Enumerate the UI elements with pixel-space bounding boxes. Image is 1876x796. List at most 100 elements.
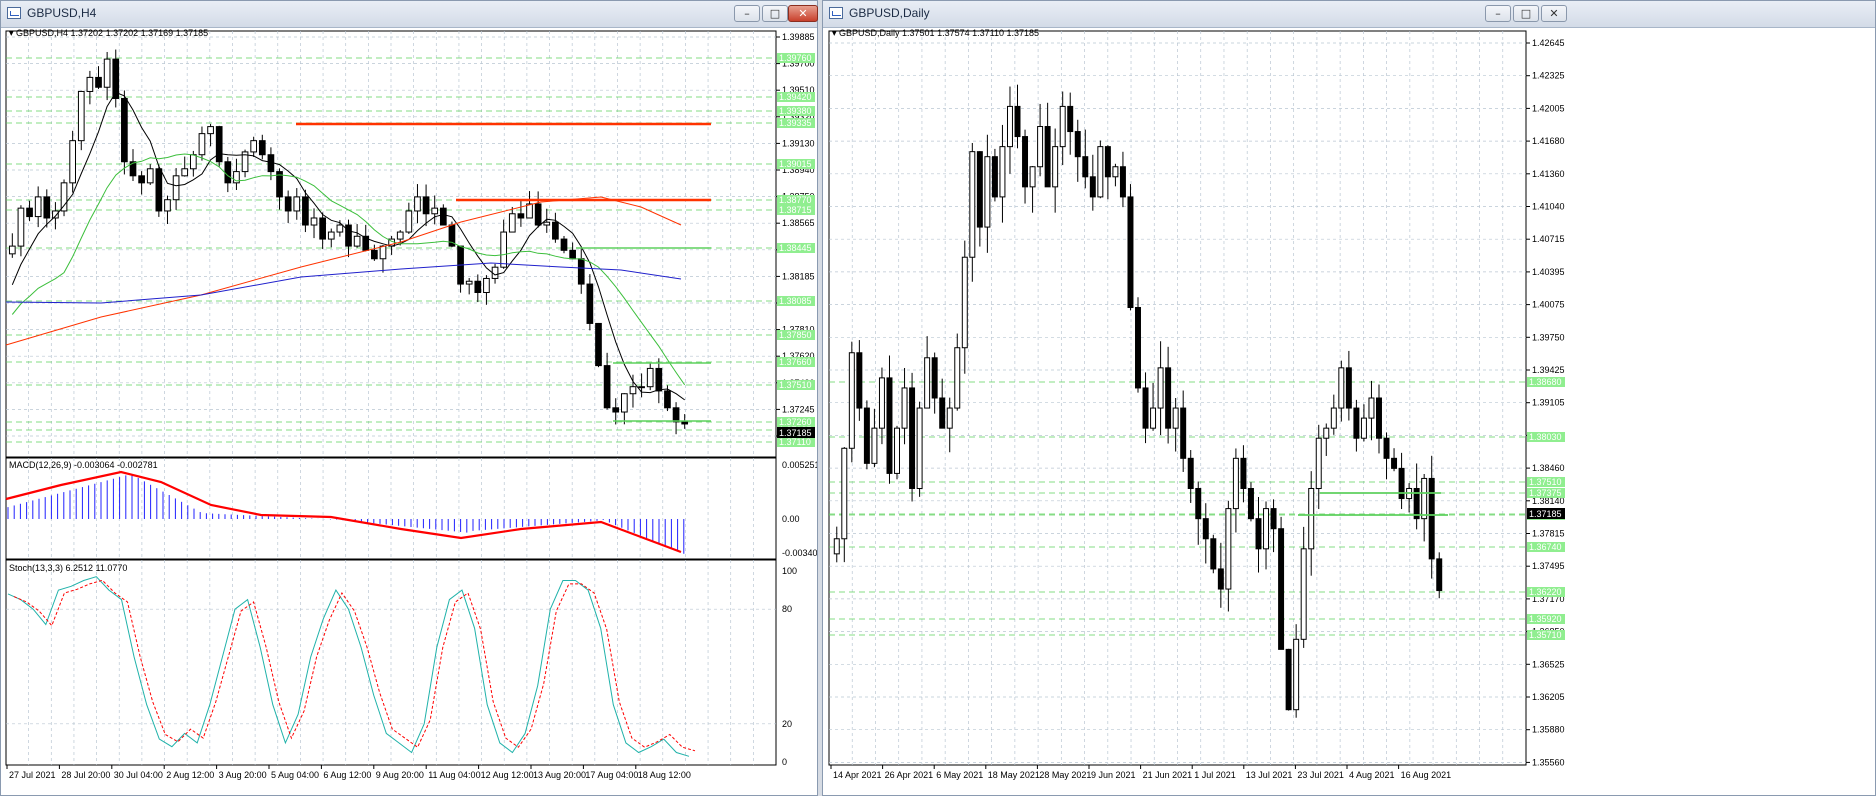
candle-body xyxy=(465,280,473,285)
time-tick-label: 9 Jun 2021 xyxy=(1091,770,1136,780)
price-tick-label: 1.36525 xyxy=(1532,659,1565,669)
level-label: 1.38715 xyxy=(779,205,812,215)
candle-body xyxy=(1067,105,1074,133)
time-tick-label: 18 Aug 12:00 xyxy=(638,770,691,780)
candle-body xyxy=(60,182,68,212)
candle-body xyxy=(1029,166,1036,188)
time-tick-label: 11 Aug 04:00 xyxy=(428,770,480,780)
candle-body xyxy=(1165,367,1172,429)
candle-body xyxy=(1022,136,1029,188)
price-tick-label: 1.40075 xyxy=(1532,300,1565,310)
time-tick-label: 23 Jul 2021 xyxy=(1297,770,1344,780)
candle-body xyxy=(500,231,508,268)
candle-body xyxy=(1255,518,1262,550)
candle-body xyxy=(1338,367,1345,409)
candle-body xyxy=(181,168,189,177)
price-tick-label: 1.41040 xyxy=(1532,202,1565,212)
candle-body xyxy=(1202,518,1209,540)
time-tick-label: 9 Aug 20:00 xyxy=(376,770,424,780)
candle-body xyxy=(664,390,671,409)
candle-body xyxy=(319,217,326,240)
candle-body xyxy=(1150,407,1157,429)
price-tick-label: 1.42645 xyxy=(1532,38,1565,48)
candle-body xyxy=(629,386,637,395)
daily-chart-canvas[interactable]: 1.42645 1.42325 1.42005 1.41680 1.41360 1.410… xyxy=(823,27,1875,795)
candle-body xyxy=(833,538,840,555)
candle-body xyxy=(646,367,654,388)
price-tick-label: 1.40715 xyxy=(1532,234,1565,244)
candle-body xyxy=(310,217,318,226)
candle-body xyxy=(121,97,128,163)
level-label: 1.38085 xyxy=(779,296,812,306)
candle-body xyxy=(371,249,378,260)
candle-body xyxy=(984,156,991,228)
h4-chart-window[interactable]: GBPUSD,H4 – □ ✕ 1.39885 1.39700 1.39510 1.3… xyxy=(0,0,818,796)
price-tick-label: 1.38460 xyxy=(1532,463,1565,473)
maximize-button[interactable]: □ xyxy=(1513,5,1539,22)
candle-body xyxy=(1353,407,1360,439)
daily-chart-window[interactable]: GBPUSD,Daily – □ ✕ 1.42645 1.42325 1.42005… xyxy=(822,0,1876,796)
candle-body xyxy=(34,196,42,218)
macd-tick-label: 0.005251 xyxy=(782,460,817,470)
candle-body xyxy=(1323,427,1330,439)
candle-body xyxy=(954,347,961,409)
candle-body xyxy=(43,196,51,219)
candle-body xyxy=(52,210,59,219)
candle-body xyxy=(681,421,689,425)
candle-body xyxy=(1187,457,1194,489)
candle-body xyxy=(946,407,953,429)
candle-body xyxy=(976,151,983,228)
time-tick-label: 26 Apr 2021 xyxy=(885,770,934,780)
candle-body xyxy=(1052,146,1059,188)
close-button[interactable]: ✕ xyxy=(1541,5,1567,22)
maximize-button[interactable]: □ xyxy=(762,5,788,22)
daily-titlebar[interactable]: GBPUSD,Daily – □ ✕ xyxy=(823,1,1875,28)
candle-body xyxy=(1308,487,1315,550)
candle-body xyxy=(924,357,931,409)
candle-body xyxy=(552,221,559,240)
candle-body xyxy=(431,207,439,215)
candle-body xyxy=(345,224,352,247)
h4-window-title: GBPUSD,H4 xyxy=(27,6,97,20)
candle-body xyxy=(1037,126,1044,168)
price-tick-label: 1.39425 xyxy=(1532,365,1565,375)
candle-body xyxy=(1232,457,1239,510)
close-button[interactable]: ✕ xyxy=(788,5,818,22)
price-tick-label: 1.35560 xyxy=(1532,757,1565,767)
candle-body xyxy=(1300,548,1307,640)
price-tick-label: 1.40395 xyxy=(1532,267,1565,277)
candle-body xyxy=(526,203,533,219)
level-label: 1.37510 xyxy=(779,380,812,390)
h4-titlebar[interactable]: GBPUSD,H4 – □ ✕ xyxy=(1,1,818,28)
candle-body xyxy=(621,393,628,413)
candle-body xyxy=(931,357,938,399)
macd-label: MACD(12,26,9) -0.003064 -0.002781 xyxy=(9,460,158,470)
candle-body xyxy=(155,168,163,212)
time-tick-label: 16 Aug 2021 xyxy=(1401,770,1452,780)
candle-body xyxy=(1180,407,1187,459)
minimize-button[interactable]: – xyxy=(1485,5,1511,22)
candle-body xyxy=(1142,387,1149,429)
candle-body xyxy=(1436,558,1443,592)
h4-chart-canvas[interactable]: 1.398851.397001.395101.393201.391301.389… xyxy=(1,27,817,795)
candle-body xyxy=(1127,196,1134,309)
candle-body xyxy=(886,377,893,474)
level-label: 1.35920 xyxy=(1529,614,1562,624)
candle-body xyxy=(258,140,266,156)
price-tick-label: 1.39750 xyxy=(1532,332,1565,342)
minimize-button[interactable]: – xyxy=(734,5,760,22)
price-tick-label: 1.39105 xyxy=(1532,398,1565,408)
candle-body xyxy=(569,249,576,260)
price-tick-label: 1.39130 xyxy=(782,138,815,148)
candle-body xyxy=(1368,397,1375,419)
level-label: 1.39335 xyxy=(779,118,812,128)
candle-body xyxy=(638,386,645,389)
candle-body xyxy=(1398,467,1405,500)
level-label: 1.39015 xyxy=(779,159,812,169)
candle-body xyxy=(224,161,232,184)
candle-body xyxy=(103,58,111,88)
candle-body xyxy=(961,256,968,349)
macd-tick-label: -0.003408 xyxy=(782,548,817,558)
time-tick-label: 6 Aug 12:00 xyxy=(323,770,371,780)
candle-body xyxy=(1112,166,1119,178)
